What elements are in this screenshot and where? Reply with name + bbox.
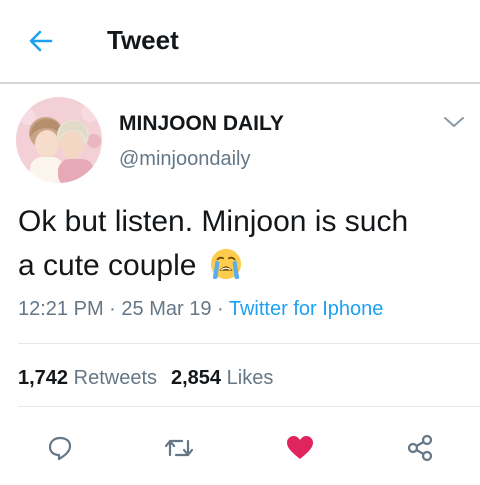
- top-bar: Tweet: [0, 0, 480, 82]
- likes-count: 2,854: [171, 367, 222, 389]
- display-name[interactable]: MINJOON DAILY: [119, 112, 284, 136]
- tweet-text-line-2: a cute couple: [18, 244, 468, 288]
- likes-label: Likes: [226, 367, 274, 389]
- back-button[interactable]: [26, 26, 56, 56]
- arrow-left-icon: [29, 30, 53, 52]
- meta-separator: ·: [103, 298, 122, 320]
- share-button[interactable]: [404, 432, 436, 464]
- tweet-text-line-1: Ok but listen. Minjoon is such: [18, 205, 409, 238]
- tweet-stats: 1,742 Retweets 2,854 Likes: [18, 367, 273, 390]
- reply-button[interactable]: [44, 432, 76, 464]
- tweet-time: 12:21 PM: [18, 298, 104, 320]
- retweet-button[interactable]: [163, 432, 195, 464]
- tweet-source-link[interactable]: Twitter for Iphone: [229, 298, 384, 320]
- user-handle[interactable]: @minjoondaily: [119, 148, 250, 171]
- header-divider: [0, 82, 480, 84]
- more-options-button[interactable]: [442, 114, 466, 130]
- stats-divider: [18, 406, 480, 407]
- tweet-meta: 12:21 PM · 25 Mar 19 · Twitter for Iphon…: [18, 298, 383, 321]
- avatar-image: [16, 97, 102, 183]
- meta-divider: [18, 343, 480, 344]
- tweet-text-line-2-text: a cute couple: [18, 249, 197, 282]
- meta-separator-2: ·: [211, 298, 229, 320]
- retweet-icon: [164, 439, 194, 457]
- likes-stat[interactable]: 2,854 Likes: [171, 367, 273, 389]
- avatar[interactable]: [16, 97, 102, 183]
- page-title: Tweet: [107, 25, 179, 55]
- tweet-date: 25 Mar 19: [121, 298, 212, 320]
- chevron-down-icon: [444, 117, 464, 127]
- retweets-count: 1,742: [18, 367, 69, 389]
- tweet-text: Ok but listen. Minjoon is such a cute co…: [18, 200, 468, 288]
- like-button[interactable]: [284, 432, 316, 464]
- retweets-stat[interactable]: 1,742 Retweets: [18, 367, 157, 389]
- speech-bubble-icon: [48, 436, 72, 461]
- retweets-label: Retweets: [73, 367, 157, 389]
- loudly-crying-face-icon: [210, 248, 241, 280]
- heart-icon: [287, 436, 313, 459]
- share-icon: [407, 434, 433, 462]
